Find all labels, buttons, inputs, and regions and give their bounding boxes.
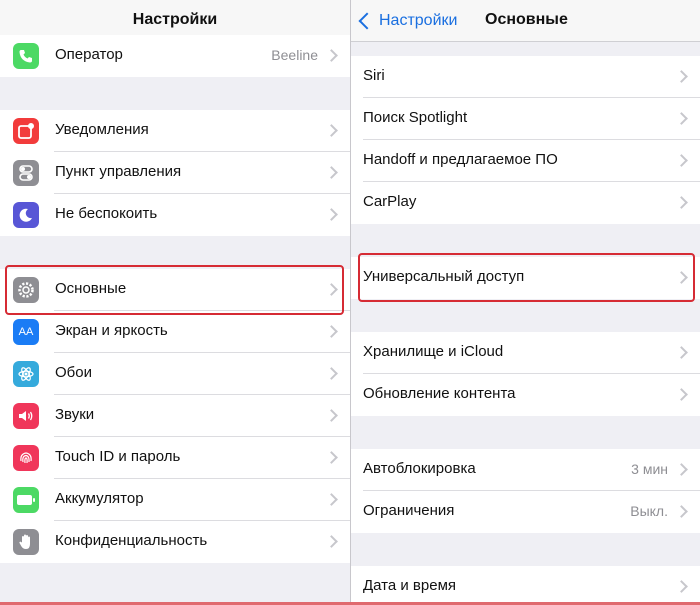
- general-row-restrictions[interactable]: Ограничения Выкл.: [351, 491, 700, 533]
- general-row-storage-icloud[interactable]: Хранилище и iCloud: [351, 332, 700, 374]
- general-row-spotlight[interactable]: Поиск Spotlight: [351, 98, 700, 140]
- chevron-right-icon: [675, 196, 688, 209]
- chevron-right-icon: [325, 409, 338, 422]
- row-label: Оператор: [55, 46, 123, 63]
- settings-row-operator[interactable]: Оператор Beeline: [0, 35, 350, 77]
- settings-row-do-not-disturb[interactable]: Не беспокоить: [0, 194, 350, 236]
- row-label: Звуки: [55, 406, 95, 423]
- row-label: Дата и время: [363, 577, 457, 594]
- gear-icon: [13, 277, 39, 303]
- chevron-right-icon: [325, 451, 338, 464]
- row-label: CarPlay: [363, 193, 417, 210]
- chevron-left-icon: [358, 12, 376, 30]
- page-title: Настройки: [132, 11, 218, 28]
- general-panel: Настройки Основные Siri Поиск Spotlight …: [351, 0, 700, 605]
- chevron-right-icon: [675, 346, 688, 359]
- hand-icon: [13, 529, 39, 555]
- chevron-right-icon: [675, 463, 688, 476]
- chevron-right-icon: [325, 124, 338, 137]
- chevron-right-icon: [325, 493, 338, 506]
- general-row-accessibility[interactable]: Универсальный доступ: [351, 257, 700, 299]
- battery-icon: [13, 487, 39, 513]
- general-row-handoff[interactable]: Handoff и предлагаемое ПО: [351, 140, 700, 182]
- chevron-right-icon: [675, 271, 688, 284]
- row-label: Пункт управления: [55, 163, 182, 180]
- chevron-right-icon: [325, 283, 338, 296]
- row-label: Экран и яркость: [55, 322, 168, 339]
- chevron-right-icon: [325, 367, 338, 380]
- settings-panel: Настройки Оператор Beeline Уведомления П…: [0, 0, 350, 605]
- page-title: Основные: [485, 11, 568, 28]
- fingerprint-icon: [13, 445, 39, 471]
- chevron-right-icon: [675, 70, 688, 83]
- phone-icon: [13, 43, 39, 69]
- chevron-right-icon: [675, 154, 688, 167]
- chevron-right-icon: [675, 505, 688, 518]
- settings-row-control-center[interactable]: Пункт управления: [0, 152, 350, 194]
- row-value: 3 мин: [631, 461, 668, 477]
- chevron-right-icon: [325, 325, 338, 338]
- moon-icon: [13, 202, 39, 228]
- row-label: Touch ID и пароль: [55, 448, 181, 465]
- notifications-icon: [13, 118, 39, 144]
- general-row-auto-lock[interactable]: Автоблокировка 3 мин: [351, 449, 700, 491]
- general-row-carplay[interactable]: CarPlay: [351, 182, 700, 224]
- row-label: Siri: [363, 67, 385, 84]
- row-label: Универсальный доступ: [363, 268, 525, 285]
- chevron-right-icon: [675, 580, 688, 593]
- row-label: Основные: [55, 280, 127, 297]
- row-label: Хранилище и iCloud: [363, 343, 504, 360]
- row-label: Не беспокоить: [55, 205, 158, 222]
- chevron-right-icon: [325, 49, 338, 62]
- speaker-icon: [13, 403, 39, 429]
- back-button[interactable]: Настройки: [355, 10, 457, 32]
- settings-row-sounds[interactable]: Звуки: [0, 395, 350, 437]
- control-center-icon: [13, 160, 39, 186]
- row-label: Обои: [55, 364, 92, 381]
- row-label: Конфиденциальность: [55, 532, 208, 549]
- settings-row-display[interactable]: AA Экран и яркость: [0, 311, 350, 353]
- general-row-background-refresh[interactable]: Обновление контента: [351, 374, 700, 416]
- row-label: Ограничения: [363, 502, 455, 519]
- row-value: Beeline: [271, 47, 318, 63]
- wallpaper-icon: [13, 361, 39, 387]
- general-row-siri[interactable]: Siri: [351, 56, 700, 98]
- chevron-right-icon: [675, 112, 688, 125]
- row-label: Аккумулятор: [55, 490, 144, 507]
- settings-row-notifications[interactable]: Уведомления: [0, 110, 350, 152]
- row-label: Поиск Spotlight: [363, 109, 468, 126]
- settings-row-general[interactable]: Основные: [0, 269, 350, 311]
- settings-row-wallpaper[interactable]: Обои: [0, 353, 350, 395]
- row-label: Handoff и предлагаемое ПО: [363, 151, 558, 168]
- chevron-right-icon: [325, 208, 338, 221]
- row-label: Автоблокировка: [363, 460, 476, 477]
- row-label: Уведомления: [55, 121, 149, 138]
- settings-row-privacy[interactable]: Конфиденциальность: [0, 521, 350, 563]
- display-brightness-icon: AA: [13, 319, 39, 345]
- general-row-date-time[interactable]: Дата и время: [351, 566, 700, 605]
- chevron-right-icon: [325, 535, 338, 548]
- chevron-right-icon: [675, 388, 688, 401]
- settings-row-battery[interactable]: Аккумулятор: [0, 479, 350, 521]
- settings-row-touch-id[interactable]: Touch ID и пароль: [0, 437, 350, 479]
- back-button-label: Настройки: [379, 12, 458, 29]
- row-label: Обновление контента: [363, 385, 516, 402]
- navigation-bar: Настройки Основные: [351, 0, 700, 42]
- row-value: Выкл.: [630, 503, 668, 519]
- chevron-right-icon: [325, 166, 338, 179]
